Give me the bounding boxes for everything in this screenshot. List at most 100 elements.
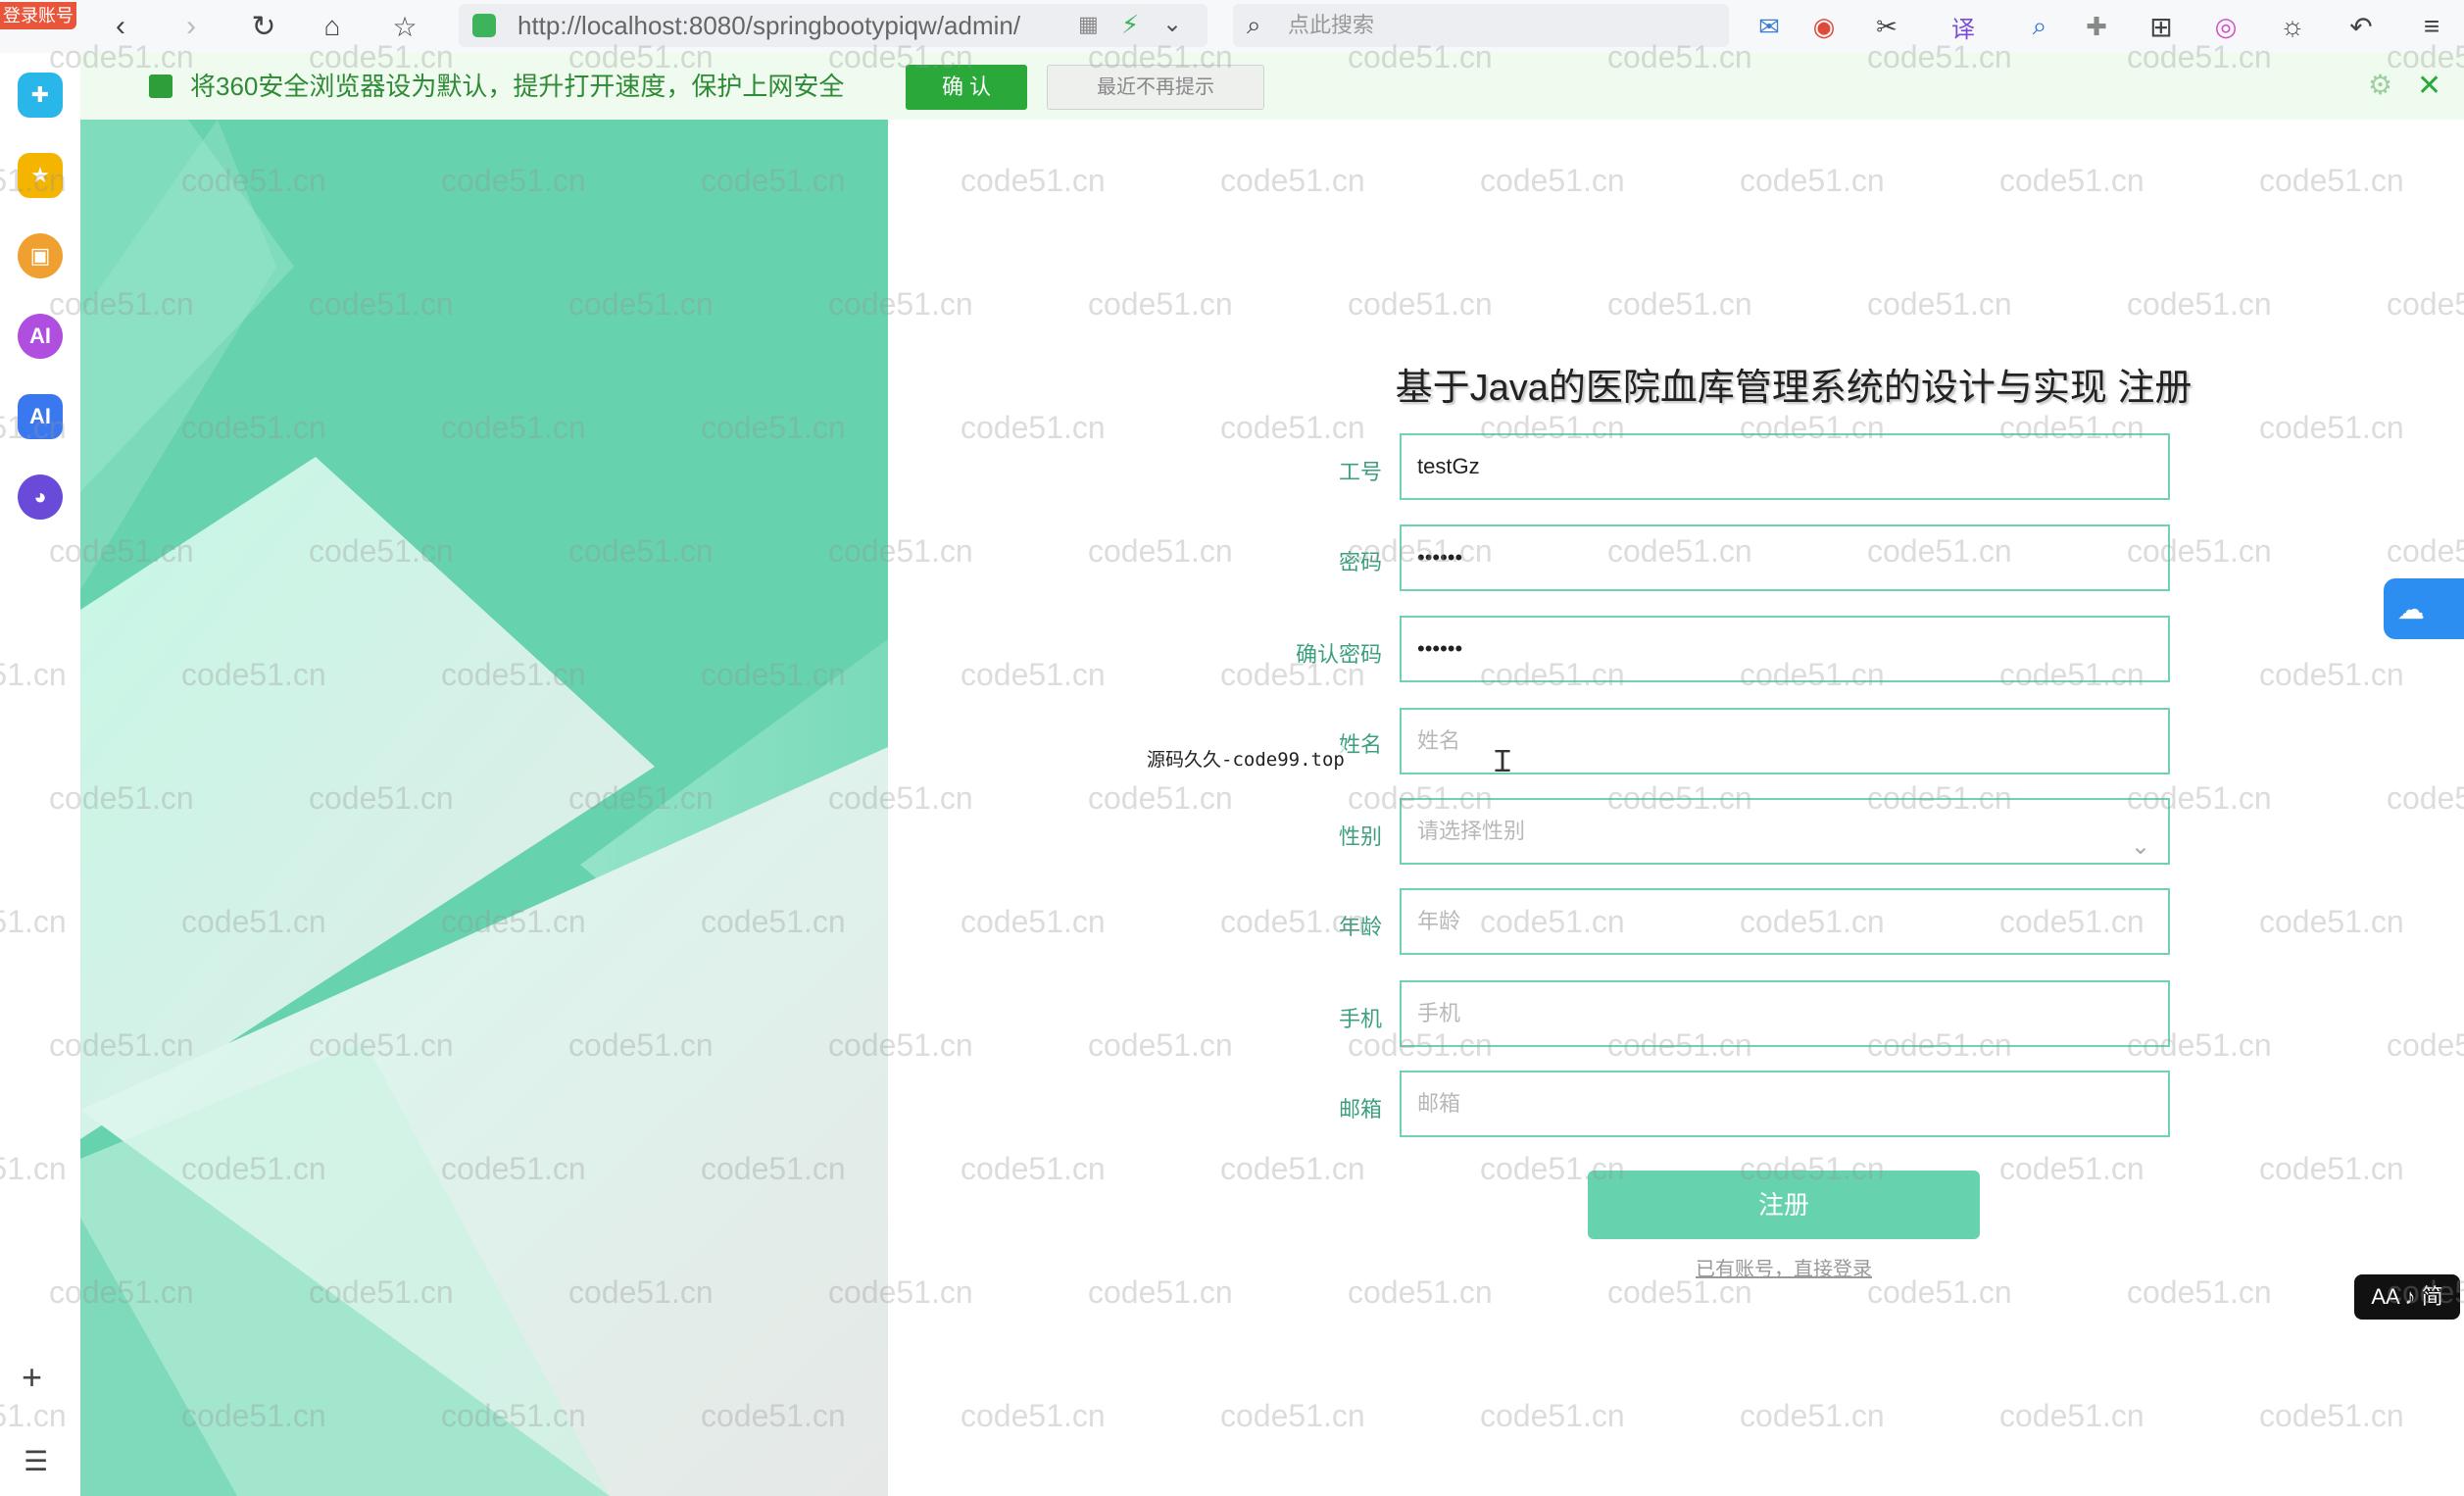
- watermark-text: code51.cn: [961, 904, 1106, 939]
- email-label: 邮箱: [1338, 1097, 1382, 1122]
- employee-id-label: 工号: [1338, 460, 1382, 484]
- watermark-text: code51.cn: [1867, 286, 2012, 322]
- chevron-down-icon[interactable]: ⌄: [1162, 10, 1182, 38]
- notification-text: 将360安全浏览器设为默认，提升打开速度，保护上网安全: [190, 72, 845, 101]
- favorites-star-icon[interactable]: ★: [18, 153, 63, 198]
- phone-input[interactable]: [1400, 980, 2170, 1047]
- watermark-text: code51.cn: [2127, 286, 2272, 322]
- secure-shield-icon: [472, 14, 496, 37]
- watermark-text: code51.cn: [2387, 780, 2464, 816]
- watermark-text: code51.cn: [2259, 904, 2404, 939]
- watermark-text: code51.cn: [1220, 163, 1365, 198]
- confirm-button[interactable]: 确 认: [906, 65, 1027, 110]
- forward-icon[interactable]: ›: [172, 8, 210, 45]
- watermark-text: code51.cn: [961, 1151, 1106, 1186]
- url-text[interactable]: http://localhost:8080/springbootypiqw/ad…: [517, 4, 1020, 47]
- watermark-text: code51.cn: [2127, 1274, 2272, 1310]
- qr-icon[interactable]: ▦: [1078, 12, 1099, 37]
- robot-icon[interactable]: ▣: [18, 233, 63, 278]
- brightness-icon[interactable]: ☼: [2274, 8, 2311, 45]
- list-icon[interactable]: ☰: [24, 1445, 48, 1477]
- gender-placeholder: 请选择性别: [1417, 819, 1526, 843]
- font-size-badge[interactable]: AA ♪ 简: [2354, 1274, 2460, 1320]
- employee-id-input[interactable]: [1400, 433, 2170, 500]
- password-input[interactable]: ••••••: [1400, 524, 2170, 591]
- confirm-password-label: 确认密码: [1295, 642, 1382, 667]
- watermark-text: code51.cn: [1999, 163, 2144, 198]
- speed-bolt-icon[interactable]: ⚡: [1121, 10, 1139, 40]
- gender-select[interactable]: 请选择性别 ⌄: [1400, 798, 2170, 865]
- gender-label: 性别: [1338, 824, 1382, 849]
- watermark-text: code51.cn: [1607, 286, 1752, 322]
- watermark-text: code51.cn: [2259, 657, 2404, 692]
- age-input[interactable]: [1400, 888, 2170, 955]
- home-icon[interactable]: ⌂: [314, 8, 351, 45]
- grid-icon[interactable]: ⊞: [2143, 8, 2180, 45]
- age-label: 年龄: [1338, 915, 1382, 939]
- watermark-text: code51.cn: [1088, 286, 1233, 322]
- decorative-panel: [80, 120, 888, 1496]
- weibo-icon[interactable]: ◉: [1805, 8, 1843, 45]
- login-link[interactable]: 已有账号，直接登录: [1588, 1253, 1980, 1281]
- chat-bot-icon[interactable]: ◕: [18, 474, 63, 520]
- ai-assistant-icon[interactable]: AI: [18, 314, 63, 359]
- ai-app-icon[interactable]: AI: [18, 394, 63, 439]
- password-label: 密码: [1338, 550, 1382, 574]
- back-icon[interactable]: ‹: [102, 8, 139, 45]
- sidebar-app-icon[interactable]: ✚: [18, 73, 63, 118]
- source-tag: 源码久久-code99.top: [1147, 745, 1345, 772]
- notification-bar: 将360安全浏览器设为默认，提升打开速度，保护上网安全 确 认 最近不再提示 ⚙…: [80, 53, 2464, 120]
- dismiss-button[interactable]: 最近不再提示: [1047, 65, 1264, 110]
- mail-icon[interactable]: ✉: [1750, 8, 1788, 45]
- watermark-text: code51.cn: [1220, 1398, 1365, 1433]
- confirm-password-input[interactable]: ••••••: [1400, 616, 2170, 682]
- search-bar[interactable]: ⌕ 点此搜索: [1233, 4, 1729, 47]
- watermark-text: code51.cn: [1740, 163, 1885, 198]
- watermark-text: code51.cn: [1220, 410, 1365, 445]
- email-input[interactable]: [1400, 1071, 2170, 1137]
- login-account-tag[interactable]: 登录账号: [0, 2, 76, 29]
- watermark-text: code51.cn: [1999, 1398, 2144, 1433]
- close-icon[interactable]: ✕: [2417, 69, 2441, 103]
- scissors-icon[interactable]: ✂: [1868, 8, 1905, 45]
- bookmark-star-icon[interactable]: ☆: [386, 8, 423, 45]
- cloud-drive-icon[interactable]: ☁: [2384, 578, 2464, 639]
- menu-icon[interactable]: ≡: [2413, 8, 2450, 45]
- watermark-text: code51.cn: [1740, 1398, 1885, 1433]
- undo-icon[interactable]: ↶: [2342, 8, 2380, 45]
- watermark-text: code51.cn: [1348, 286, 1493, 322]
- search-placeholder[interactable]: 点此搜索: [1288, 4, 1374, 47]
- geometric-background: [80, 120, 888, 1496]
- watermark-text: code51.cn: [961, 657, 1106, 692]
- watermark-text: code51.cn: [1999, 1151, 2144, 1186]
- watermark-text: code51.cn: [961, 410, 1106, 445]
- ai-circle-icon[interactable]: ◎: [2207, 8, 2244, 45]
- watermark-text: code51.cn: [1088, 780, 1233, 816]
- translate-icon[interactable]: 译: [1945, 8, 1982, 45]
- browser-toolbar: 登录账号 ‹ › ↻ ⌂ ☆ http://localhost:8080/spr…: [0, 0, 2464, 53]
- watermark-text: code51.cn: [1348, 1274, 1493, 1310]
- address-bar[interactable]: http://localhost:8080/springbootypiqw/ad…: [459, 4, 1207, 47]
- watermark-text: code51.cn: [1480, 163, 1625, 198]
- page-title: 基于Java的医院血库管理系统的设计与实现 注册: [1395, 368, 2193, 409]
- reload-icon[interactable]: ↻: [245, 8, 282, 45]
- watermark-text: code51.cn: [961, 163, 1106, 198]
- settings-gear-icon[interactable]: ⚙: [2368, 69, 2392, 101]
- register-button[interactable]: 注册: [1588, 1171, 1980, 1239]
- watermark-text: code51.cn: [2259, 1398, 2404, 1433]
- watermark-text: code51.cn: [2259, 163, 2404, 198]
- watermark-text: code51.cn: [2259, 410, 2404, 445]
- watermark-text: code51.cn: [2387, 533, 2464, 569]
- text-cursor-icon: Ｉ: [1488, 746, 1517, 778]
- extensions-icon[interactable]: ✚: [2078, 8, 2115, 45]
- lock-icon: [149, 75, 172, 98]
- phone-label: 手机: [1338, 1007, 1382, 1031]
- watermark-text: code51.cn: [2259, 1151, 2404, 1186]
- watermark-text: code51.cn: [1088, 1274, 1233, 1310]
- watermark-text: code51.cn: [961, 1398, 1106, 1433]
- add-icon[interactable]: +: [22, 1357, 42, 1398]
- magnifier-icon[interactable]: ⌕: [2021, 8, 2058, 45]
- watermark-text: code51.cn: [1480, 1398, 1625, 1433]
- search-icon: ⌕: [1247, 10, 1261, 39]
- watermark-text: code51.cn: [1220, 1151, 1365, 1186]
